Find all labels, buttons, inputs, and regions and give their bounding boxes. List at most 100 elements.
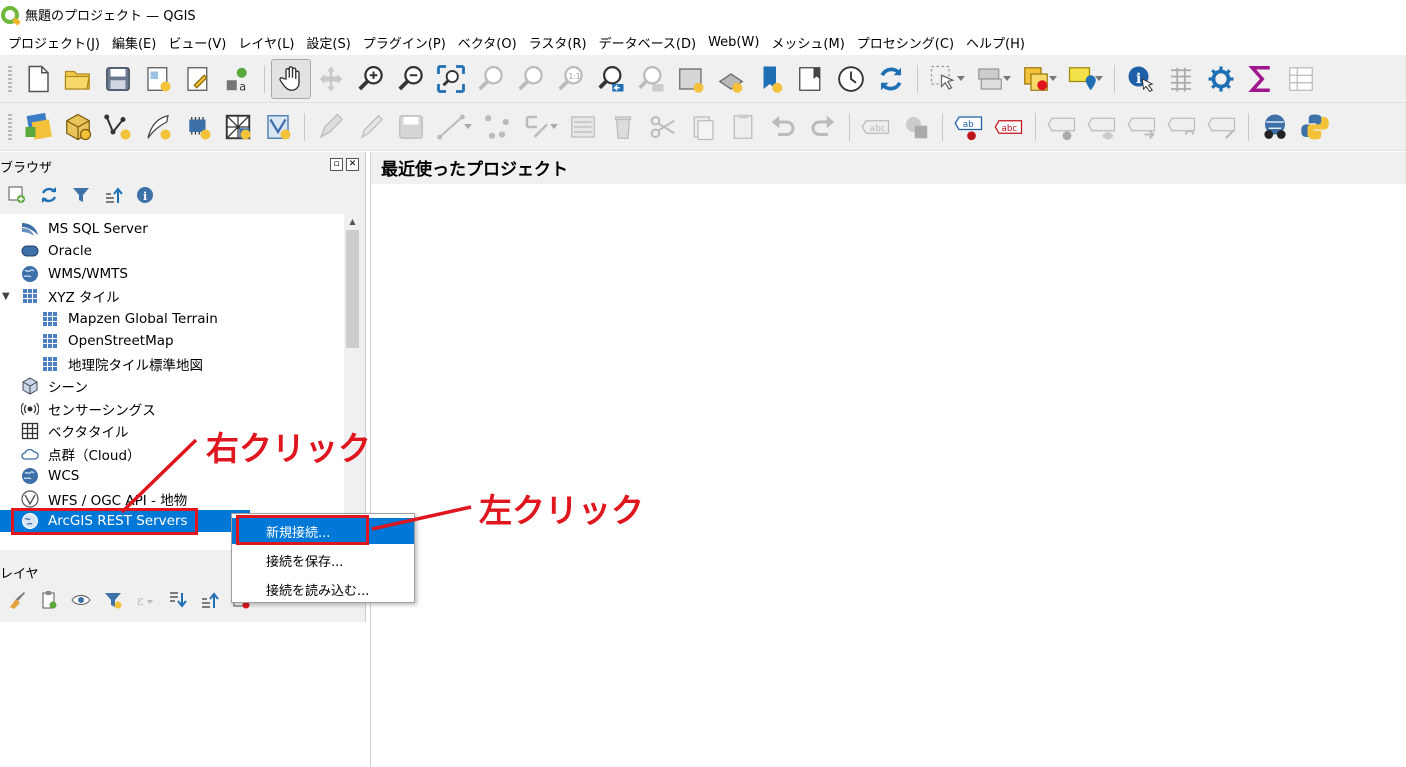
statistics-icon[interactable] <box>1241 59 1281 99</box>
label-show-icon[interactable] <box>1042 107 1082 147</box>
processing-toolbox-icon[interactable] <box>1201 59 1241 99</box>
add-group-icon[interactable] <box>36 587 62 613</box>
expand-all-icon[interactable] <box>164 587 190 613</box>
save-edits-icon[interactable] <box>391 107 431 147</box>
spatial-bookmark-icon[interactable] <box>751 59 791 99</box>
zoom-out-icon[interactable] <box>391 59 431 99</box>
new-virtual-layer-icon[interactable] <box>178 107 218 147</box>
add-selected-layers-icon[interactable] <box>4 182 30 208</box>
scroll-up-icon[interactable]: ▲ <box>344 214 361 230</box>
toolbar-grip[interactable] <box>8 113 12 140</box>
zoom-native-icon[interactable]: 1:1 <box>551 59 591 99</box>
scrollbar-thumb[interactable] <box>346 230 359 348</box>
new-shapefile-icon[interactable] <box>98 107 138 147</box>
label-rotate-icon[interactable] <box>1082 107 1122 147</box>
menu-view[interactable]: ビュー(V) <box>162 33 232 52</box>
vertex-tool-icon[interactable] <box>477 107 517 147</box>
menu-vector[interactable]: ベクタ(O) <box>452 33 523 52</box>
menu-web[interactable]: Web(W) <box>702 35 765 50</box>
field-calculator-icon[interactable] <box>1281 59 1321 99</box>
refresh-icon[interactable] <box>871 59 911 99</box>
menu-processing[interactable]: プロセシング(C) <box>851 33 960 52</box>
dropdown-arrow-icon[interactable] <box>1094 59 1104 99</box>
paste-features-icon[interactable] <box>683 107 723 147</box>
collapse-all-icon[interactable] <box>196 587 222 613</box>
new-print-layout-icon[interactable] <box>138 59 178 99</box>
tree-item-wms[interactable]: WMS/WMTS <box>0 263 344 285</box>
tree-item-wfs[interactable]: WFS / OGC API - 地物 <box>0 488 344 510</box>
new-spatialite-icon[interactable] <box>258 107 298 147</box>
open-project-icon[interactable] <box>58 59 98 99</box>
data-source-manager-icon[interactable] <box>18 107 58 147</box>
collapse-all-icon[interactable] <box>100 182 126 208</box>
menu-help[interactable]: ヘルプ(H) <box>960 33 1031 52</box>
tree-item-oracle[interactable]: Oracle <box>0 240 344 262</box>
tree-item-xyz-tiles[interactable]: ▼ XYZ タイル <box>0 285 344 307</box>
new-project-icon[interactable] <box>18 59 58 99</box>
tree-item-mssql[interactable]: MS SQL Server <box>0 218 344 240</box>
menu-edit[interactable]: 編集(E) <box>106 33 162 52</box>
filter-legend-icon[interactable] <box>100 587 126 613</box>
properties-icon[interactable]: i <box>132 182 158 208</box>
dropdown-arrow-icon[interactable] <box>463 107 473 147</box>
expand-arrow-icon[interactable]: ▼ <box>2 291 10 302</box>
tree-item-scene[interactable]: シーン <box>0 375 344 397</box>
style-manager-icon[interactable]: a <box>218 59 258 99</box>
zoom-to-layer-icon[interactable] <box>511 59 551 99</box>
label-icon[interactable] <box>803 107 843 147</box>
toggle-editing-icon[interactable] <box>351 107 391 147</box>
panel-float-icon[interactable]: ▫ <box>330 158 343 171</box>
layers-tree[interactable] <box>0 622 366 767</box>
label-rule-icon[interactable]: ab <box>949 107 989 147</box>
label-metadata-icon[interactable] <box>1202 107 1242 147</box>
menu-database[interactable]: データベース(D) <box>593 33 703 52</box>
show-bookmarks-icon[interactable] <box>711 59 751 99</box>
identify-icon[interactable]: i <box>1121 59 1161 99</box>
label-move-icon[interactable]: abc <box>989 107 1029 147</box>
menu-project[interactable]: プロジェクト(J) <box>2 33 106 52</box>
new-mesh-icon[interactable] <box>218 107 258 147</box>
browser-scrollbar[interactable]: ▲ <box>344 214 361 550</box>
menu-layer[interactable]: レイヤ(L) <box>232 33 300 52</box>
pan-map-icon[interactable] <box>271 58 311 99</box>
label-change-icon[interactable] <box>1122 107 1162 147</box>
tree-item-openstreetmap[interactable]: OpenStreetMap <box>0 330 344 352</box>
undo-icon[interactable] <box>723 107 763 147</box>
menu-raster[interactable]: ラスタ(R) <box>523 33 593 52</box>
menu-plugins[interactable]: プラグイン(P) <box>357 33 452 52</box>
panel-close-icon[interactable]: ✕ <box>346 158 359 171</box>
manage-visibility-icon[interactable] <box>68 587 94 613</box>
zoom-last-icon[interactable] <box>591 59 631 99</box>
temporal-controller-icon[interactable] <box>831 59 871 99</box>
toolbar-grip[interactable] <box>8 65 12 92</box>
digitize-icon[interactable] <box>311 107 351 147</box>
zoom-next-icon[interactable] <box>631 59 671 99</box>
label-pin-icon[interactable]: abc <box>856 107 896 147</box>
redo-icon[interactable] <box>763 107 803 147</box>
dropdown-arrow-icon[interactable] <box>549 107 559 147</box>
menu-settings[interactable]: 設定(S) <box>300 33 356 52</box>
filter-expression-icon[interactable]: ε <box>132 587 158 613</box>
zoom-full-icon[interactable] <box>431 59 471 99</box>
pan-to-selection-icon[interactable] <box>311 59 351 99</box>
attribute-table-icon[interactable] <box>1161 59 1201 99</box>
filter-icon[interactable] <box>68 182 94 208</box>
tree-item-sensorthings[interactable]: センサーシングス <box>0 398 344 420</box>
cut-features-icon[interactable] <box>603 107 643 147</box>
menu-item-load-connections[interactable]: 接続を読み込む... <box>232 576 414 602</box>
label-highlight-icon[interactable] <box>896 107 936 147</box>
layer-style-icon[interactable] <box>4 587 30 613</box>
new-bookmark-icon[interactable] <box>671 59 711 99</box>
layout-manager-icon[interactable] <box>178 59 218 99</box>
save-project-icon[interactable] <box>98 59 138 99</box>
new-scratch-layer-icon[interactable] <box>138 107 178 147</box>
zoom-to-selection-icon[interactable] <box>471 59 511 99</box>
dropdown-arrow-icon[interactable] <box>956 59 966 99</box>
metasearch-icon[interactable] <box>1255 107 1295 147</box>
map-tips-icon[interactable] <box>791 59 831 99</box>
label-properties-icon[interactable] <box>1162 107 1202 147</box>
zoom-in-icon[interactable] <box>351 59 391 99</box>
menu-mesh[interactable]: メッシュ(M) <box>765 33 850 52</box>
tree-item-gsi-standard[interactable]: 地理院タイル標準地図 <box>0 353 344 375</box>
dropdown-arrow-icon[interactable] <box>1002 59 1012 99</box>
